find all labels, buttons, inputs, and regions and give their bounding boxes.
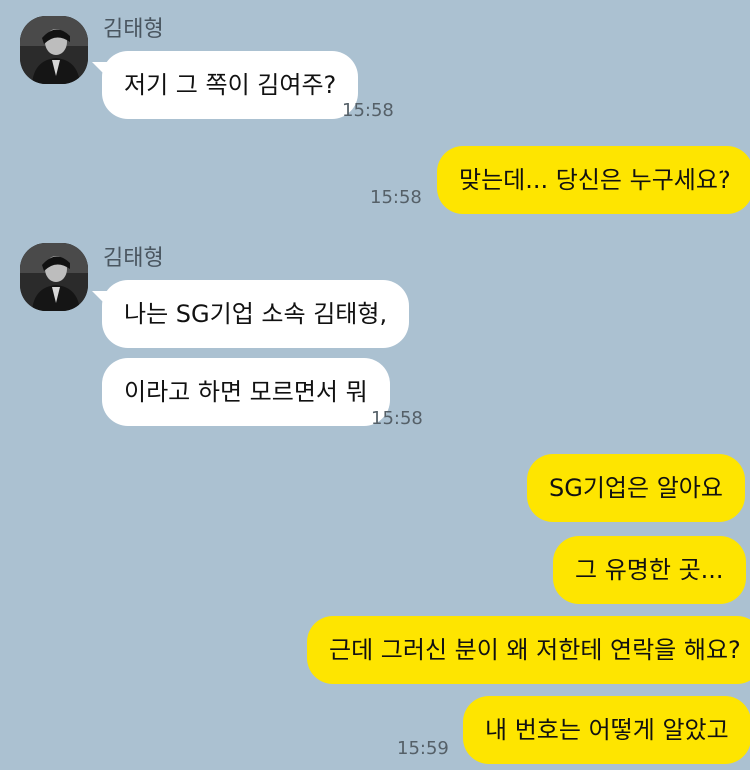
bubble-tail [723, 465, 739, 481]
profile-photo-icon [20, 16, 88, 84]
profile-photo-icon [20, 243, 88, 311]
outgoing-message[interactable]: 내 번호는 어떻게 알았고 [463, 696, 750, 764]
incoming-message[interactable]: 이라고 하면 모르면서 뭐 [102, 358, 390, 426]
sender-avatar[interactable] [20, 16, 88, 84]
bubble-tail [723, 157, 739, 173]
incoming-message[interactable]: 나는 SG기업 소속 김태형, [102, 280, 410, 348]
outgoing-message[interactable]: 근데 그러신 분이 왜 저한테 연락을 해요? [307, 616, 750, 684]
outgoing-message[interactable]: 그 유명한 곳... [553, 536, 746, 604]
sender-name: 김태형 [103, 17, 164, 42]
message-timestamp: 15:58 [370, 187, 422, 208]
sender-avatar[interactable] [20, 243, 88, 311]
message-timestamp: 15:59 [397, 738, 449, 759]
incoming-message[interactable]: 저기 그 쪽이 김여주? [102, 51, 359, 119]
message-timestamp: 15:58 [342, 100, 394, 121]
message-timestamp: 15:58 [371, 408, 423, 429]
sender-name: 김태형 [103, 246, 164, 271]
outgoing-message[interactable]: 맞는데... 당신은 누구세요? [437, 146, 750, 214]
outgoing-message[interactable]: SG기업은 알아요 [527, 454, 745, 522]
